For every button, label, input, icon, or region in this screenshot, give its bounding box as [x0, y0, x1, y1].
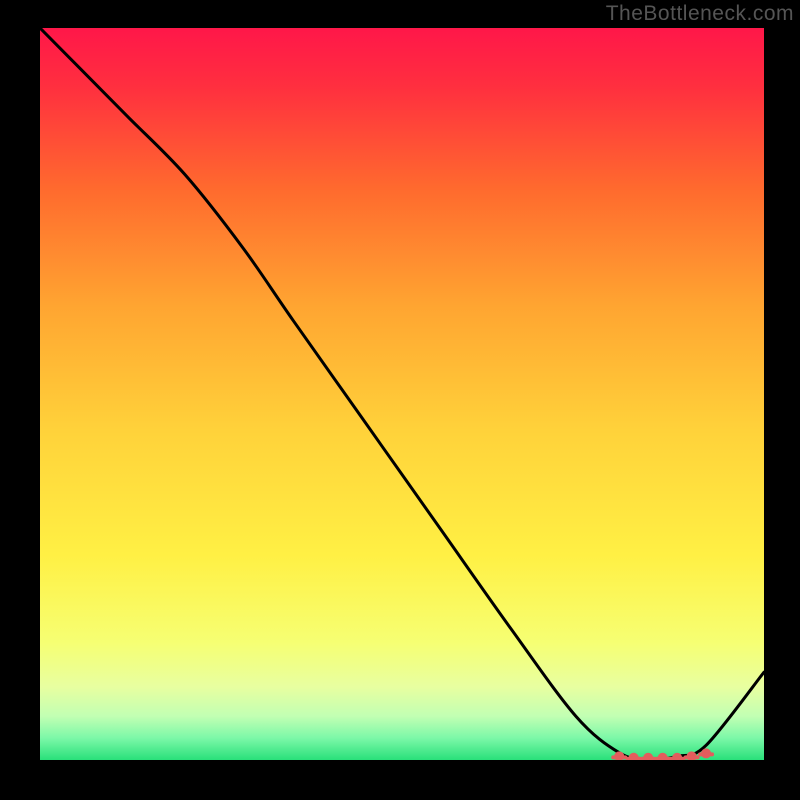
chart-svg: [40, 28, 764, 760]
bottleneck-chart: [40, 28, 764, 760]
watermark-text: TheBottleneck.com: [606, 2, 794, 26]
chart-frame: TheBottleneck.com: [0, 0, 800, 800]
